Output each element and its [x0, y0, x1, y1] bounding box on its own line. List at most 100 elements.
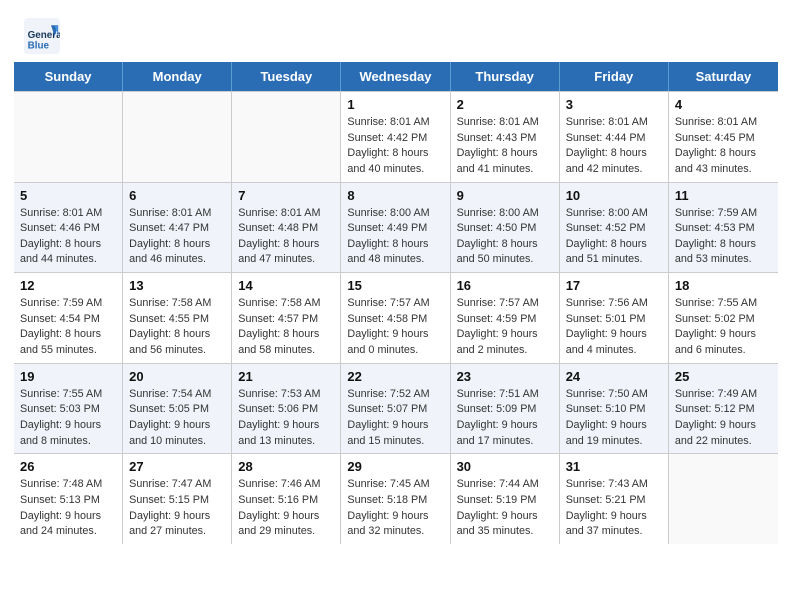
weekday-header-monday: Monday: [123, 62, 232, 91]
day-number: 9: [457, 188, 553, 203]
calendar-day-18: 18 Sunrise: 7:55 AM Sunset: 5:02 PM Dayli…: [669, 273, 778, 363]
calendar-day-5: 5 Sunrise: 8:01 AM Sunset: 4:46 PM Daylig…: [14, 183, 123, 273]
weekday-header-sunday: Sunday: [14, 62, 123, 91]
day-detail: Sunrise: 8:01 AM Sunset: 4:42 PM Dayligh…: [347, 115, 443, 178]
page-header: General Blue: [0, 0, 792, 62]
calendar-body: 1 Sunrise: 8:01 AM Sunset: 4:42 PM Daylig…: [14, 91, 778, 544]
calendar-day-7: 7 Sunrise: 8:01 AM Sunset: 4:48 PM Daylig…: [232, 183, 341, 273]
calendar-day-15: 15 Sunrise: 7:57 AM Sunset: 4:58 PM Dayli…: [341, 273, 450, 363]
day-detail: Sunrise: 7:47 AM Sunset: 5:15 PM Dayligh…: [129, 477, 225, 540]
day-detail: Sunrise: 7:57 AM Sunset: 4:58 PM Dayligh…: [347, 296, 443, 359]
day-number: 1: [347, 97, 443, 112]
day-detail: Sunrise: 7:55 AM Sunset: 5:03 PM Dayligh…: [20, 387, 116, 450]
logo: General Blue: [24, 18, 66, 54]
calendar-day-23: 23 Sunrise: 7:51 AM Sunset: 5:09 PM Dayli…: [451, 364, 560, 454]
day-detail: Sunrise: 8:01 AM Sunset: 4:47 PM Dayligh…: [129, 206, 225, 269]
day-detail: Sunrise: 8:00 AM Sunset: 4:52 PM Dayligh…: [566, 206, 662, 269]
day-detail: Sunrise: 7:48 AM Sunset: 5:13 PM Dayligh…: [20, 477, 116, 540]
calendar-day-20: 20 Sunrise: 7:54 AM Sunset: 5:05 PM Dayli…: [123, 364, 232, 454]
day-number: 29: [347, 459, 443, 474]
calendar-day-31: 31Sunrise: 7:43 AM Sunset: 5:21 PM Dayli…: [560, 454, 669, 544]
day-detail: Sunrise: 8:00 AM Sunset: 4:50 PM Dayligh…: [457, 206, 553, 269]
weekday-header-tuesday: Tuesday: [232, 62, 341, 91]
day-number: 18: [675, 278, 772, 293]
day-detail: Sunrise: 8:01 AM Sunset: 4:43 PM Dayligh…: [457, 115, 553, 178]
calendar-day-empty: [232, 92, 341, 182]
calendar-day-2: 2Sunrise: 8:01 AM Sunset: 4:43 PM Daylig…: [451, 92, 560, 182]
day-number: 26: [20, 459, 116, 474]
calendar-day-21: 21 Sunrise: 7:53 AM Sunset: 5:06 PM Dayli…: [232, 364, 341, 454]
day-number: 12: [20, 278, 116, 293]
day-detail: Sunrise: 8:01 AM Sunset: 4:44 PM Dayligh…: [566, 115, 662, 178]
calendar-day-28: 28 Sunrise: 7:46 AM Sunset: 5:16 PM Dayli…: [232, 454, 341, 544]
day-detail: Sunrise: 7:58 AM Sunset: 4:55 PM Dayligh…: [129, 296, 225, 359]
calendar-day-12: 12 Sunrise: 7:59 AM Sunset: 4:54 PM Dayli…: [14, 273, 123, 363]
day-detail: Sunrise: 8:00 AM Sunset: 4:49 PM Dayligh…: [347, 206, 443, 269]
day-detail: Sunrise: 7:59 AM Sunset: 4:54 PM Dayligh…: [20, 296, 116, 359]
day-detail: Sunrise: 7:54 AM Sunset: 5:05 PM Dayligh…: [129, 387, 225, 450]
svg-text:Blue: Blue: [28, 41, 50, 52]
calendar-day-13: 13 Sunrise: 7:58 AM Sunset: 4:55 PM Dayli…: [123, 273, 232, 363]
calendar-day-3: 3 Sunrise: 8:01 AM Sunset: 4:44 PM Daylig…: [560, 92, 669, 182]
calendar-day-24: 24Sunrise: 7:50 AM Sunset: 5:10 PM Dayli…: [560, 364, 669, 454]
day-number: 20: [129, 369, 225, 384]
calendar-row-1: 1 Sunrise: 8:01 AM Sunset: 4:42 PM Daylig…: [14, 91, 778, 182]
day-number: 17: [566, 278, 662, 293]
calendar-day-25: 25Sunrise: 7:49 AM Sunset: 5:12 PM Dayli…: [669, 364, 778, 454]
calendar-day-26: 26 Sunrise: 7:48 AM Sunset: 5:13 PM Dayli…: [14, 454, 123, 544]
day-detail: Sunrise: 7:45 AM Sunset: 5:18 PM Dayligh…: [347, 477, 443, 540]
day-number: 23: [457, 369, 553, 384]
calendar-header: SundayMondayTuesdayWednesdayThursdayFrid…: [14, 62, 778, 91]
calendar-day-17: 17Sunrise: 7:56 AM Sunset: 5:01 PM Dayli…: [560, 273, 669, 363]
weekday-header-thursday: Thursday: [451, 62, 560, 91]
day-number: 21: [238, 369, 334, 384]
day-number: 30: [457, 459, 553, 474]
day-detail: Sunrise: 8:01 AM Sunset: 4:45 PM Dayligh…: [675, 115, 772, 178]
weekday-header-saturday: Saturday: [669, 62, 778, 91]
calendar-day-4: 4 Sunrise: 8:01 AM Sunset: 4:45 PM Daylig…: [669, 92, 778, 182]
calendar-container: SundayMondayTuesdayWednesdayThursdayFrid…: [14, 62, 778, 544]
calendar-row-3: 12 Sunrise: 7:59 AM Sunset: 4:54 PM Dayli…: [14, 272, 778, 363]
calendar-row-5: 26 Sunrise: 7:48 AM Sunset: 5:13 PM Dayli…: [14, 453, 778, 544]
calendar-day-empty: [14, 92, 123, 182]
day-number: 3: [566, 97, 662, 112]
day-number: 8: [347, 188, 443, 203]
day-detail: Sunrise: 7:46 AM Sunset: 5:16 PM Dayligh…: [238, 477, 334, 540]
weekday-header-friday: Friday: [560, 62, 669, 91]
day-number: 15: [347, 278, 443, 293]
calendar-day-empty: [123, 92, 232, 182]
day-number: 27: [129, 459, 225, 474]
day-number: 16: [457, 278, 553, 293]
day-detail: Sunrise: 7:50 AM Sunset: 5:10 PM Dayligh…: [566, 387, 662, 450]
calendar-day-6: 6Sunrise: 8:01 AM Sunset: 4:47 PM Daylig…: [123, 183, 232, 273]
calendar-day-1: 1 Sunrise: 8:01 AM Sunset: 4:42 PM Daylig…: [341, 92, 450, 182]
calendar-day-16: 16 Sunrise: 7:57 AM Sunset: 4:59 PM Dayli…: [451, 273, 560, 363]
calendar-day-11: 11Sunrise: 7:59 AM Sunset: 4:53 PM Dayli…: [669, 183, 778, 273]
calendar-row-2: 5 Sunrise: 8:01 AM Sunset: 4:46 PM Daylig…: [14, 182, 778, 273]
day-number: 19: [20, 369, 116, 384]
calendar-day-30: 30 Sunrise: 7:44 AM Sunset: 5:19 PM Dayli…: [451, 454, 560, 544]
calendar-day-empty: [669, 454, 778, 544]
day-number: 28: [238, 459, 334, 474]
day-detail: Sunrise: 7:57 AM Sunset: 4:59 PM Dayligh…: [457, 296, 553, 359]
calendar-row-4: 19 Sunrise: 7:55 AM Sunset: 5:03 PM Dayli…: [14, 363, 778, 454]
calendar-day-19: 19 Sunrise: 7:55 AM Sunset: 5:03 PM Dayli…: [14, 364, 123, 454]
day-detail: Sunrise: 7:51 AM Sunset: 5:09 PM Dayligh…: [457, 387, 553, 450]
day-number: 7: [238, 188, 334, 203]
day-number: 22: [347, 369, 443, 384]
day-detail: Sunrise: 7:44 AM Sunset: 5:19 PM Dayligh…: [457, 477, 553, 540]
day-detail: Sunrise: 7:53 AM Sunset: 5:06 PM Dayligh…: [238, 387, 334, 450]
day-detail: Sunrise: 7:55 AM Sunset: 5:02 PM Dayligh…: [675, 296, 772, 359]
logo-icon: General Blue: [24, 18, 60, 54]
day-detail: Sunrise: 7:43 AM Sunset: 5:21 PM Dayligh…: [566, 477, 662, 540]
day-detail: Sunrise: 8:01 AM Sunset: 4:46 PM Dayligh…: [20, 206, 116, 269]
day-detail: Sunrise: 7:49 AM Sunset: 5:12 PM Dayligh…: [675, 387, 772, 450]
day-number: 13: [129, 278, 225, 293]
day-number: 4: [675, 97, 772, 112]
day-detail: Sunrise: 8:01 AM Sunset: 4:48 PM Dayligh…: [238, 206, 334, 269]
day-detail: Sunrise: 7:59 AM Sunset: 4:53 PM Dayligh…: [675, 206, 772, 269]
calendar-day-14: 14 Sunrise: 7:58 AM Sunset: 4:57 PM Dayli…: [232, 273, 341, 363]
day-number: 5: [20, 188, 116, 203]
day-detail: Sunrise: 7:58 AM Sunset: 4:57 PM Dayligh…: [238, 296, 334, 359]
day-number: 14: [238, 278, 334, 293]
